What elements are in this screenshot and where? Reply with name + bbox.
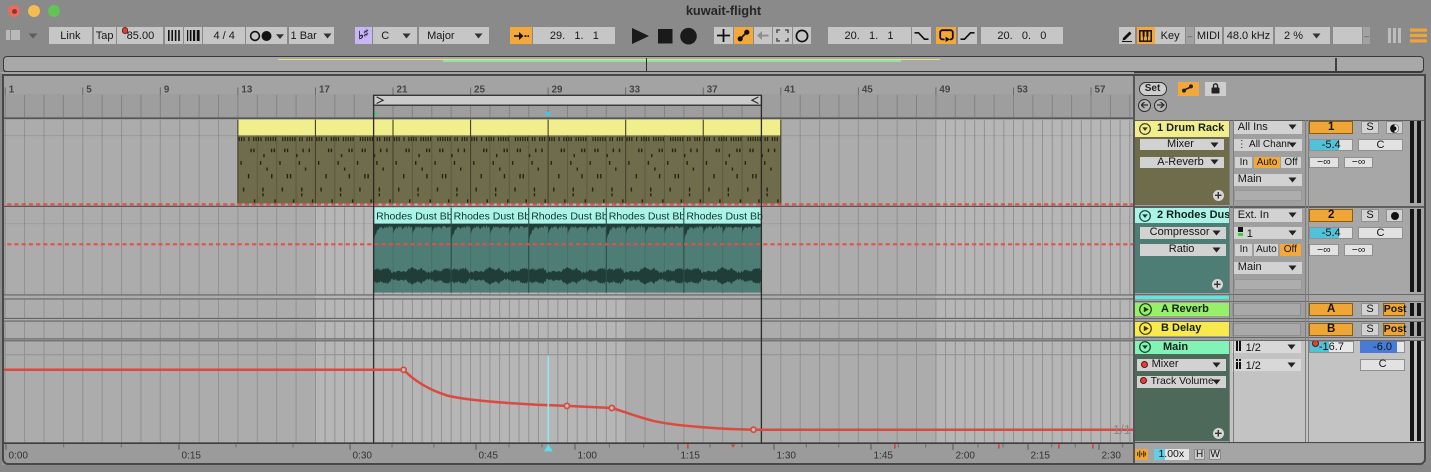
svg-text:17: 17 xyxy=(319,85,330,96)
svg-text:1:30: 1:30 xyxy=(777,450,797,461)
svg-text:21: 21 xyxy=(397,85,408,96)
svg-text:41: 41 xyxy=(784,85,795,96)
svg-text:49: 49 xyxy=(939,85,950,96)
svg-text:33: 33 xyxy=(629,85,640,96)
svg-text:1: 1 xyxy=(9,85,15,96)
svg-text:0:15: 0:15 xyxy=(182,450,202,461)
svg-text:0:30: 0:30 xyxy=(353,450,373,461)
svg-text:0:00: 0:00 xyxy=(9,450,29,461)
svg-text:45: 45 xyxy=(862,85,873,96)
svg-text:Rhodes Dust Bb: Rhodes Dust Bb xyxy=(686,211,763,223)
svg-text:1/1: 1/1 xyxy=(1113,422,1131,437)
svg-text:2:15: 2:15 xyxy=(1031,450,1051,461)
svg-text:9: 9 xyxy=(164,85,170,96)
svg-text:37: 37 xyxy=(707,85,718,96)
svg-text:1:45: 1:45 xyxy=(874,450,894,461)
svg-text:57: 57 xyxy=(1095,85,1106,96)
svg-text:1:15: 1:15 xyxy=(681,450,701,461)
svg-text:5: 5 xyxy=(86,85,92,96)
svg-text:1:00: 1:00 xyxy=(578,450,598,461)
svg-text:Rhodes Dust Bb: Rhodes Dust Bb xyxy=(609,211,686,223)
svg-text:Rhodes Dust Bb: Rhodes Dust Bb xyxy=(531,211,608,223)
svg-text:2:30: 2:30 xyxy=(1102,450,1122,461)
svg-text:0:45: 0:45 xyxy=(479,450,499,461)
svg-text:13: 13 xyxy=(241,85,252,96)
svg-text:29: 29 xyxy=(552,85,563,96)
svg-text:53: 53 xyxy=(1017,85,1028,96)
svg-text:2:00: 2:00 xyxy=(956,450,976,461)
svg-text:25: 25 xyxy=(474,85,485,96)
svg-text:Rhodes Dust Bb: Rhodes Dust Bb xyxy=(454,211,531,223)
svg-text:Rhodes Dust Bb: Rhodes Dust Bb xyxy=(376,211,453,223)
